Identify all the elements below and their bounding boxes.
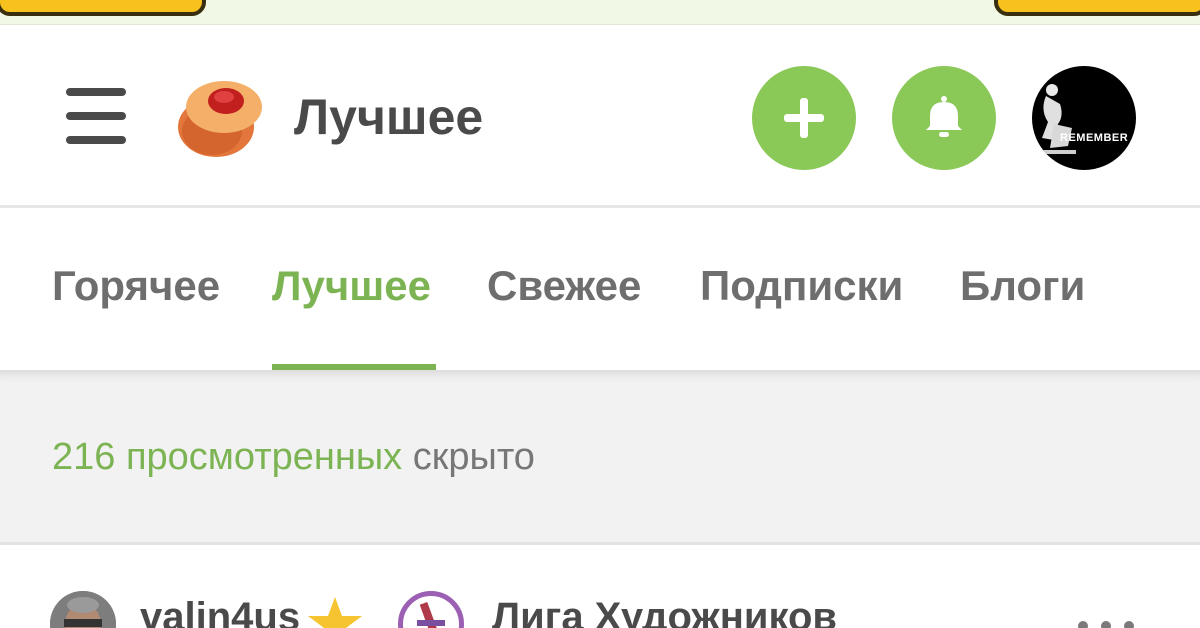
tab-best[interactable]: Лучшее (272, 260, 431, 312)
viewed-posts-link[interactable]: 216 просмотренных (52, 436, 402, 478)
pencil-icon (417, 601, 445, 628)
app-header: Лучшее REMEMBER (0, 25, 1200, 205)
more-dots-icon[interactable] (1078, 621, 1134, 628)
top-banner[interactable] (0, 0, 1200, 25)
banner-badge-right[interactable] (994, 0, 1200, 16)
pikabu-logo-icon[interactable] (172, 75, 264, 159)
feed-tabs: Горячее Лучшее Свежее Подписки Блоги (0, 208, 1200, 370)
author-username[interactable]: valin4us (140, 595, 300, 628)
hamburger-menu-icon[interactable] (66, 88, 126, 144)
add-post-button[interactable] (752, 66, 856, 170)
author-photo (50, 591, 116, 628)
page-title: Лучшее (294, 89, 484, 145)
bell-icon (926, 96, 962, 137)
profile-avatar[interactable]: REMEMBER (1032, 66, 1136, 170)
tab-hot[interactable]: Горячее (52, 260, 220, 312)
post-header: valin4us Лига Художников (0, 545, 1200, 628)
plus-icon (784, 98, 824, 138)
hidden-label: скрыто (412, 436, 535, 478)
hidden-posts-text: 216 просмотренных скрыто (52, 434, 535, 480)
tab-fresh[interactable]: Свежее (487, 260, 641, 312)
page: Лучшее REMEMBER Горячее Лучшее Свежее По… (0, 0, 1200, 628)
thinker-silhouette-icon (1040, 84, 1076, 154)
profile-avatar-text: REMEMBER (1060, 132, 1129, 144)
community-name[interactable]: Лига Художников (492, 595, 837, 628)
tab-subscriptions[interactable]: Подписки (700, 260, 903, 312)
author-avatar[interactable] (50, 591, 116, 628)
notifications-button[interactable] (892, 66, 996, 170)
banner-badge-left[interactable] (0, 0, 206, 16)
community-avatar[interactable] (398, 591, 464, 628)
star-icon (308, 597, 362, 628)
tab-blogs[interactable]: Блоги (960, 260, 1085, 312)
hidden-posts-bar: 216 просмотренных скрыто (0, 370, 1200, 542)
